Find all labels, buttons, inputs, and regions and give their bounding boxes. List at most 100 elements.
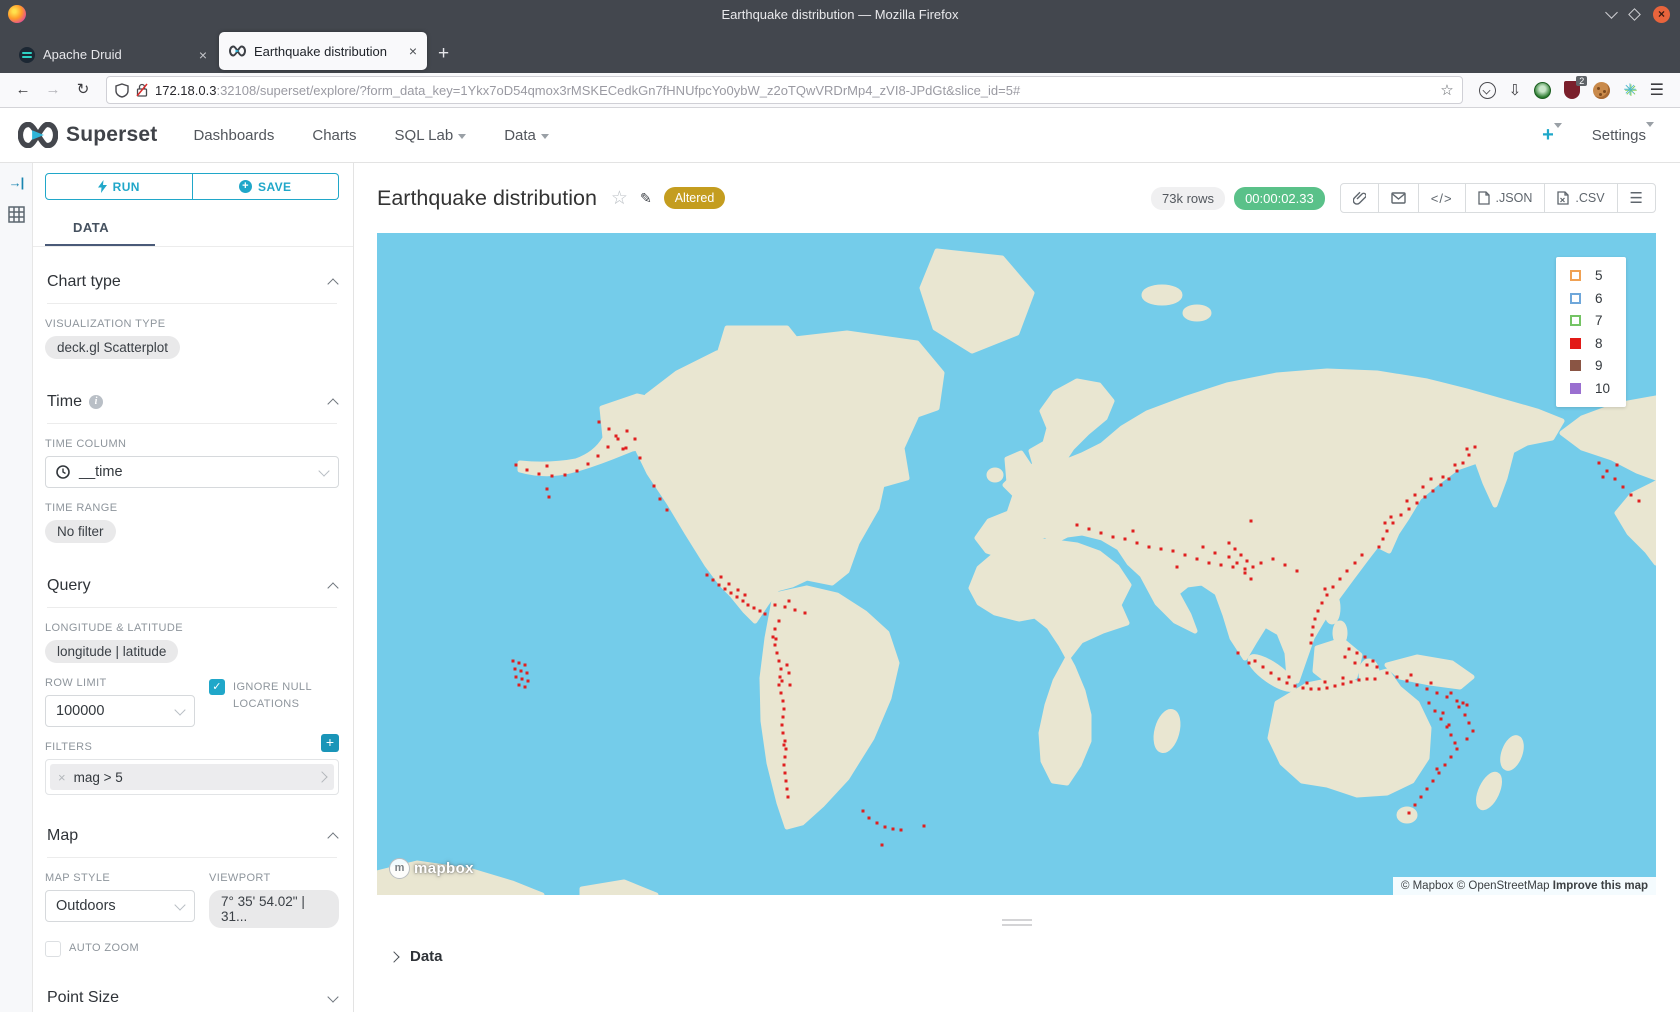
- minimize-icon[interactable]: [1605, 6, 1618, 19]
- favorite-star-icon[interactable]: ☆: [611, 187, 628, 210]
- add-filter-button[interactable]: +: [321, 734, 339, 752]
- section-point-size[interactable]: Point Size: [47, 989, 119, 1007]
- chevron-up-icon[interactable]: [327, 832, 338, 843]
- legend-item[interactable]: 6: [1570, 291, 1610, 306]
- settings-menu[interactable]: Settings: [1592, 127, 1654, 144]
- browser-menu-icon[interactable]: ☰: [1650, 80, 1664, 100]
- resize-handle[interactable]: [1002, 919, 1032, 926]
- data-panel-label: Data: [410, 948, 443, 965]
- url-path: :32108/superset/explore/?form_data_key=1…: [216, 83, 1020, 98]
- section-map[interactable]: Map: [47, 827, 78, 845]
- nav-dashboards[interactable]: Dashboards: [193, 127, 274, 144]
- lonlat-value[interactable]: longitude | latitude: [45, 640, 178, 663]
- filter-mag[interactable]: × mag > 5: [50, 764, 334, 790]
- url-text[interactable]: 172.18.0.3:32108/superset/explore/?form_…: [155, 83, 1433, 98]
- cookie-extension-icon[interactable]: [1593, 82, 1610, 99]
- mapbox-logo[interactable]: m mapbox: [389, 858, 474, 879]
- deckgl-map[interactable]: 5 6 7 8 9 10 m mapbox © Mapbox © OpenStreetMa…: [377, 233, 1656, 895]
- chevron-up-icon[interactable]: [327, 398, 338, 409]
- nav-sql-lab[interactable]: SQL Lab: [395, 127, 467, 144]
- time-column-label: TIME COLUMN: [45, 438, 339, 450]
- add-new-button[interactable]: +: [1542, 124, 1562, 147]
- altered-badge[interactable]: Altered: [664, 187, 726, 209]
- time-range-value[interactable]: No filter: [45, 520, 116, 543]
- superset-favicon: [229, 45, 246, 57]
- code-icon: </>: [1431, 191, 1453, 206]
- mapbox-logo-icon: m: [389, 858, 410, 879]
- legend-item[interactable]: 9: [1570, 358, 1610, 373]
- tab-close-icon[interactable]: ×: [409, 43, 417, 59]
- superset-logo-icon: [18, 122, 58, 148]
- map-style-select[interactable]: Outdoors: [45, 890, 195, 922]
- attribution-text: © Mapbox © OpenStreetMap: [1401, 880, 1550, 892]
- tab-apache-druid[interactable]: Apache Druid ×: [9, 36, 217, 73]
- adblock-shield-icon[interactable]: 2: [1564, 81, 1580, 99]
- tab-label: Apache Druid: [43, 47, 191, 62]
- checkbox-unchecked-icon[interactable]: [45, 941, 61, 957]
- chart-menu-button[interactable]: ☰: [1617, 184, 1655, 212]
- section-time[interactable]: Timei: [47, 393, 103, 411]
- share-link-button[interactable]: [1341, 184, 1378, 212]
- edit-title-icon[interactable]: ✎: [640, 190, 652, 207]
- plus-circle-icon: +: [239, 180, 252, 193]
- row-count-badge: 73k rows: [1151, 187, 1225, 210]
- dataset-grid-icon[interactable]: [8, 206, 25, 223]
- pocket-icon[interactable]: [1479, 82, 1496, 99]
- downloads-icon[interactable]: ⇩: [1509, 81, 1522, 99]
- tab-data[interactable]: DATA: [45, 210, 155, 246]
- save-button[interactable]: + SAVE: [193, 173, 340, 200]
- legend-label: 6: [1595, 291, 1603, 306]
- legend-swatch: [1570, 270, 1581, 281]
- embed-code-button[interactable]: </>: [1418, 184, 1465, 212]
- chevron-down-icon[interactable]: [327, 991, 338, 1002]
- auto-zoom-checkbox[interactable]: AUTO ZOOM: [45, 940, 339, 957]
- mapbox-wordmark: mapbox: [414, 860, 474, 877]
- superset-logo[interactable]: Superset: [18, 122, 157, 148]
- legend-item[interactable]: 8: [1570, 336, 1610, 351]
- checkbox-checked-icon[interactable]: ✓: [209, 679, 225, 695]
- legend-item[interactable]: 10: [1570, 381, 1610, 396]
- bookmark-star-icon[interactable]: ☆: [1440, 81, 1453, 99]
- nav-charts[interactable]: Charts: [312, 127, 356, 144]
- collapse-panel-icon[interactable]: →|: [9, 175, 24, 190]
- section-chart-type[interactable]: Chart type: [47, 273, 121, 291]
- legend-label: 9: [1595, 358, 1603, 373]
- back-button[interactable]: ←: [10, 77, 36, 103]
- file-icon: [1478, 191, 1490, 205]
- chevron-up-icon[interactable]: [327, 582, 338, 593]
- section-query[interactable]: Query: [47, 577, 91, 595]
- email-button[interactable]: [1378, 184, 1418, 212]
- url-field[interactable]: 172.18.0.3:32108/superset/explore/?form_…: [106, 76, 1463, 104]
- export-csv-button[interactable]: .CSV: [1544, 184, 1616, 212]
- maximize-icon[interactable]: [1628, 8, 1641, 21]
- data-panel-toggle[interactable]: Data: [354, 926, 1680, 965]
- row-limit-select[interactable]: 100000: [45, 695, 195, 727]
- tab-close-icon[interactable]: ×: [199, 47, 207, 63]
- greasemonkey-icon[interactable]: [1534, 82, 1551, 99]
- chevron-down-icon: [174, 704, 185, 715]
- chevron-up-icon[interactable]: [327, 278, 338, 289]
- time-column-select[interactable]: __time: [45, 456, 339, 488]
- viz-type-value[interactable]: deck.gl Scatterplot: [45, 336, 180, 359]
- tab-earthquake-distribution[interactable]: Earthquake distribution ×: [219, 32, 427, 70]
- shield-icon[interactable]: [115, 83, 129, 98]
- remove-filter-icon[interactable]: ×: [58, 770, 66, 785]
- forward-button[interactable]: →: [40, 77, 66, 103]
- legend-label: 8: [1595, 336, 1603, 351]
- run-button[interactable]: RUN: [45, 173, 193, 200]
- close-window-icon[interactable]: ×: [1653, 6, 1670, 23]
- reload-button[interactable]: ↻: [70, 77, 96, 103]
- legend-item[interactable]: 5: [1570, 268, 1610, 283]
- map-style-label: MAP STYLE: [45, 872, 195, 884]
- ignore-null-checkbox[interactable]: ✓ IGNORE NULL LOCATIONS: [209, 679, 339, 713]
- insecure-lock-icon[interactable]: [136, 83, 148, 97]
- export-json-button[interactable]: .JSON: [1465, 184, 1545, 212]
- extension-asterisk-icon[interactable]: ✳: [1623, 80, 1636, 100]
- improve-map-link[interactable]: Improve this map: [1553, 880, 1648, 892]
- nav-data[interactable]: Data: [504, 127, 549, 144]
- new-tab-button[interactable]: +: [438, 43, 449, 65]
- legend-swatch: [1570, 315, 1581, 326]
- viewport-value[interactable]: 7° 35' 54.02" | 31...: [209, 890, 339, 928]
- envelope-icon: [1391, 192, 1406, 204]
- legend-item[interactable]: 7: [1570, 313, 1610, 328]
